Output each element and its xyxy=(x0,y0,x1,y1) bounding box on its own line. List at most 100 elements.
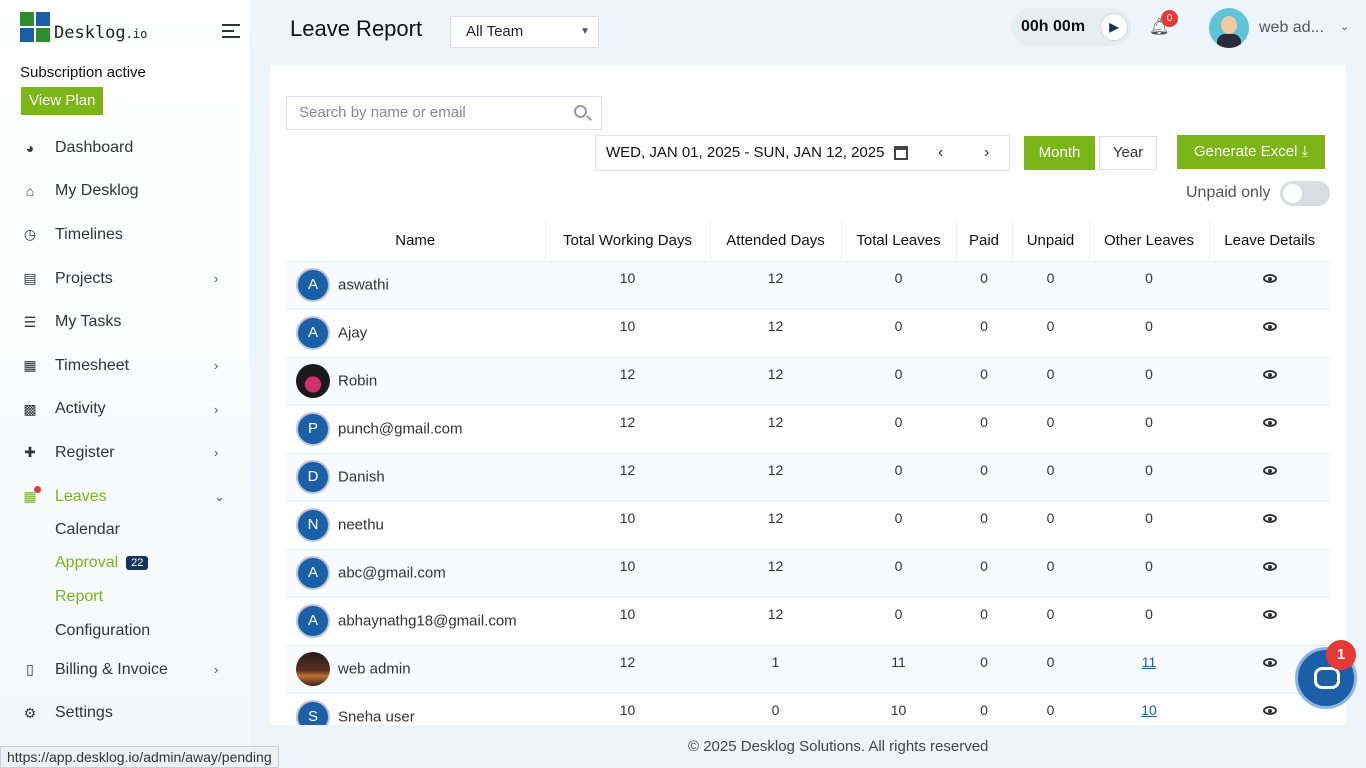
eye-icon[interactable] xyxy=(1262,513,1277,523)
subnav-item-approval[interactable]: Approval 22 xyxy=(0,547,250,581)
caret-down-icon: ▼ xyxy=(580,26,590,37)
eye-icon[interactable] xyxy=(1262,465,1277,475)
attended-days: 12 xyxy=(710,548,841,597)
approval-count-badge: 22 xyxy=(126,556,149,571)
working-days: 10 xyxy=(545,308,710,357)
brand-suffix: .io xyxy=(125,27,148,41)
col-name[interactable]: Name xyxy=(286,221,546,261)
eye-icon[interactable] xyxy=(1262,561,1277,571)
table-row: Aabc@gmail.com 10 12 0 0 0 0 xyxy=(286,548,1330,597)
sidebar-item-my-tasks[interactable]: ☰ My Tasks xyxy=(0,300,250,344)
subnav-item-calendar[interactable]: Calendar xyxy=(0,513,250,547)
sidebar-nav-bottom: ▯ Billing & Invoice › ⚙ Settings xyxy=(0,648,250,735)
col-paid[interactable]: Paid xyxy=(956,221,1013,261)
generate-excel-button[interactable]: Generate Excel ⤓ xyxy=(1177,135,1325,169)
other-leaves: 0 xyxy=(1089,500,1209,549)
view-plan-button[interactable]: View Plan xyxy=(21,87,104,115)
search-input[interactable]: Search by name or email xyxy=(286,96,602,130)
attended-days: 1 xyxy=(710,644,841,693)
sidebar: Desklog.io Subscription active View Plan… xyxy=(0,0,250,768)
sidebar-item-settings[interactable]: ⚙ Settings xyxy=(0,692,250,736)
attended-days: 12 xyxy=(710,500,841,549)
col-leave-details[interactable]: Leave Details xyxy=(1209,221,1330,261)
unpaid: 0 xyxy=(1012,596,1089,645)
total-leaves: 0 xyxy=(841,404,956,453)
other-leaves-link[interactable]: 11 xyxy=(1142,654,1157,670)
eye-icon[interactable] xyxy=(1262,417,1277,427)
paid: 0 xyxy=(956,500,1012,549)
notification-dot xyxy=(34,485,41,493)
col-other-leaves[interactable]: Other Leaves xyxy=(1089,221,1210,261)
working-days: 12 xyxy=(545,644,710,693)
employee-name: Robin xyxy=(338,372,378,390)
generate-excel-label: Generate Excel xyxy=(1193,143,1298,160)
table-row: Nneethu 10 12 0 0 0 0 xyxy=(286,500,1330,549)
chevron-down-icon[interactable]: ⌄ xyxy=(1340,20,1349,33)
col-attended-days[interactable]: Attended Days xyxy=(710,221,842,261)
sidebar-item-register[interactable]: ✚ Register › xyxy=(0,431,250,475)
unpaid: 0 xyxy=(1012,644,1089,693)
attended-days: 12 xyxy=(710,404,841,453)
sidebar-item-activity[interactable]: ▩ Activity › xyxy=(0,388,250,432)
attended-days: 12 xyxy=(710,452,841,501)
eye-icon[interactable] xyxy=(1262,609,1277,619)
avatar[interactable] xyxy=(1209,8,1249,48)
col-total-leaves[interactable]: Total Leaves xyxy=(841,221,957,261)
unpaid: 0 xyxy=(1012,500,1089,549)
subnav-item-report[interactable]: Report xyxy=(0,580,250,614)
search-placeholder: Search by name or email xyxy=(299,104,466,121)
sidebar-item-timesheet[interactable]: ▦ Timesheet › xyxy=(0,344,250,388)
eye-icon[interactable] xyxy=(1262,321,1277,331)
table-row: D Danish 12 12 0 0 0 0 xyxy=(286,452,1330,501)
other-leaves-link[interactable]: 10 xyxy=(1141,702,1157,718)
chevron-right-icon: › xyxy=(214,662,219,678)
table-row: A Ajay 10 12 0 0 0 0 xyxy=(286,308,1330,357)
eye-icon[interactable] xyxy=(1262,657,1277,667)
avatar: A xyxy=(296,556,330,590)
col-unpaid[interactable]: Unpaid xyxy=(1012,221,1090,261)
date-range-picker[interactable]: WED, JAN 01, 2025 - SUN, JAN 12, 2025 ‹ … xyxy=(595,135,1010,171)
subnav-item-configuration[interactable]: Configuration xyxy=(0,614,250,648)
attended-days: 12 xyxy=(710,356,841,405)
play-icon[interactable]: ▶ xyxy=(1100,13,1128,41)
unpaid: 0 xyxy=(1012,692,1089,725)
eye-icon[interactable] xyxy=(1262,369,1277,379)
employee-name: abhaynathg18@gmail.com xyxy=(338,612,517,630)
leaves-subnav: Calendar Approval 22 Report Configuration xyxy=(0,513,250,647)
download-icon: ⤓ xyxy=(1301,143,1309,160)
sidebar-item-billing[interactable]: ▯ Billing & Invoice › xyxy=(0,648,250,692)
col-total-working-days[interactable]: Total Working Days xyxy=(545,221,711,261)
chevron-right-icon[interactable]: › xyxy=(984,136,989,170)
sidebar-item-leaves[interactable]: ▦ Leaves ⌄ xyxy=(0,475,250,519)
subnav-label: Report xyxy=(55,587,104,605)
year-button[interactable]: Year xyxy=(1099,136,1157,170)
gear-icon: ⚙ xyxy=(23,704,37,721)
desklog-logo[interactable]: Desklog.io xyxy=(20,12,147,42)
sidebar-item-dashboard[interactable]: ◕ Dashboard xyxy=(0,126,250,170)
brand-name: Desklog xyxy=(54,23,126,43)
leave-report-table: Name Total Working Days Attended Days To… xyxy=(286,221,1330,725)
eye-icon[interactable] xyxy=(1262,273,1277,283)
month-button[interactable]: Month xyxy=(1024,136,1095,170)
table-row: S Sneha user 10 0 10 0 0 10 xyxy=(286,692,1330,725)
avatar: A xyxy=(296,316,330,350)
unpaid-only-toggle[interactable] xyxy=(1280,181,1330,206)
footer-copyright: © 2025 Desklog Solutions. All rights res… xyxy=(688,738,989,755)
total-leaves: 0 xyxy=(841,452,956,501)
chevron-left-icon[interactable]: ‹ xyxy=(938,136,943,170)
employee-name: Danish xyxy=(338,468,385,486)
sidebar-item-my-desklog[interactable]: ⌂ My Desklog xyxy=(0,170,250,214)
team-select[interactable]: All Team ▼ xyxy=(450,16,599,48)
sidebar-item-timelines[interactable]: ◷ Timelines xyxy=(0,213,250,257)
sidebar-item-label: Projects xyxy=(55,269,113,287)
sidebar-item-label: Settings xyxy=(55,704,113,722)
menu-toggle-icon[interactable] xyxy=(222,24,240,38)
avatar: D xyxy=(296,460,330,494)
user-name[interactable]: web ad... xyxy=(1259,19,1324,37)
invoice-icon: ▯ xyxy=(26,661,34,678)
sidebar-item-projects[interactable]: ▤ Projects › xyxy=(0,257,250,301)
calendar-icon[interactable] xyxy=(894,146,908,160)
paid: 0 xyxy=(956,644,1012,693)
working-days: 10 xyxy=(545,500,710,549)
eye-icon[interactable] xyxy=(1262,705,1277,715)
